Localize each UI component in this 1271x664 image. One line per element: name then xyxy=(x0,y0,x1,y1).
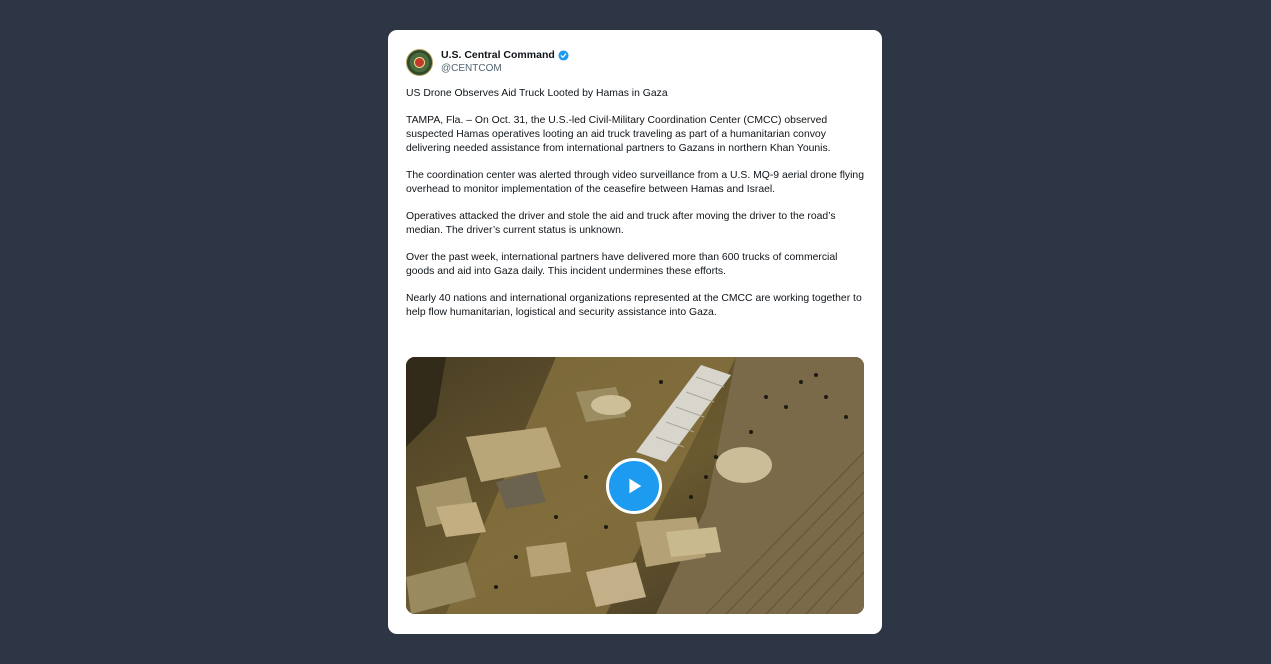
verified-badge-icon xyxy=(558,50,569,61)
author-handle[interactable]: @CENTCOM xyxy=(441,62,569,75)
tweet-header: U.S. Central Command @CENTCOM xyxy=(406,47,569,77)
tweet-text: US Drone Observes Aid Truck Looted by Ha… xyxy=(406,87,866,334)
avatar[interactable] xyxy=(406,48,433,76)
author-name-row[interactable]: U.S. Central Command xyxy=(441,49,569,62)
tweet-card: U.S. Central Command @CENTCOM US Drone O… xyxy=(388,30,882,634)
author-info: U.S. Central Command @CENTCOM xyxy=(441,49,569,75)
tweet-headline: US Drone Observes Aid Truck Looted by Ha… xyxy=(406,88,668,99)
play-icon xyxy=(629,478,642,494)
tweet-paragraph: Operatives attacked the driver and stole… xyxy=(406,211,836,236)
tweet-paragraph: Over the past week, international partne… xyxy=(406,252,838,278)
play-button[interactable] xyxy=(606,458,662,514)
tweet-paragraph: TAMPA, Fla. – On Oct. 31, the U.S.-led C… xyxy=(406,115,831,154)
author-name: U.S. Central Command xyxy=(441,49,555,61)
emblem-icon xyxy=(414,56,425,68)
video-player[interactable] xyxy=(406,357,864,614)
tweet-paragraph: Nearly 40 nations and international orga… xyxy=(406,293,862,319)
tweet-paragraph: The coordination center was alerted thro… xyxy=(406,170,864,195)
